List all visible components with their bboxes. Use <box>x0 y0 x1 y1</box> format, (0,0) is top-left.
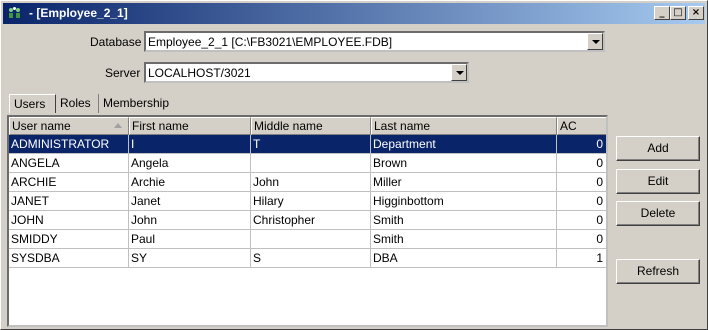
server-value: LOCALHOST/3021 <box>148 66 251 80</box>
server-label: Server <box>105 66 141 80</box>
column-header-ac[interactable]: AC <box>557 117 606 135</box>
database-combo[interactable]: Employee_2_1 [C:\FB3021\EMPLOYEE.FDB] <box>144 31 605 52</box>
cell-ac: 0 <box>557 154 606 173</box>
delete-button[interactable]: Delete <box>616 201 700 226</box>
tab-roles[interactable]: Roles <box>56 94 99 113</box>
cell-last-name: DBA <box>371 249 557 268</box>
table-row[interactable]: ADMINISTRATOR I T Department 0 <box>9 135 606 154</box>
server-combo[interactable]: LOCALHOST/3021 <box>144 62 469 83</box>
table-row[interactable]: JOHN John Christopher Smith 0 <box>9 211 606 230</box>
employee-window: - [Employee_2_1] _ □ × Database Employee… <box>0 0 708 330</box>
cell-user-name: JANET <box>9 192 129 211</box>
cell-last-name: Higginbottom <box>371 192 557 211</box>
chevron-down-icon[interactable] <box>587 33 603 50</box>
cell-last-name: Brown <box>371 154 557 173</box>
cell-user-name: SYSDBA <box>9 249 129 268</box>
cell-first-name: Archie <box>129 173 251 192</box>
edit-button[interactable]: Edit <box>616 169 700 194</box>
close-button[interactable]: × <box>688 6 704 20</box>
column-header-middle-name[interactable]: Middle name <box>251 117 371 135</box>
cell-ac: 0 <box>557 192 606 211</box>
refresh-button[interactable]: Refresh <box>616 259 700 284</box>
cell-ac: 0 <box>557 135 606 154</box>
database-value: Employee_2_1 [C:\FB3021\EMPLOYEE.FDB] <box>148 35 393 49</box>
table-row[interactable]: ANGELA Angela Brown 0 <box>9 154 606 173</box>
cell-first-name: Paul <box>129 230 251 249</box>
table-row[interactable]: JANET Janet Hilary Higginbottom 0 <box>9 192 606 211</box>
cell-first-name: John <box>129 211 251 230</box>
column-header-label: User name <box>12 119 71 133</box>
cell-middle-name: Christopher <box>251 211 371 230</box>
cell-middle-name: Hilary <box>251 192 371 211</box>
cell-middle-name: John <box>251 173 371 192</box>
tab-membership[interactable]: Membership <box>99 94 177 113</box>
window-title: - [Employee_2_1] <box>29 6 128 20</box>
cell-user-name: ADMINISTRATOR <box>9 135 129 154</box>
cell-first-name: Angela <box>129 154 251 173</box>
cell-last-name: Miller <box>371 173 557 192</box>
cell-user-name: ANGELA <box>9 154 129 173</box>
cell-user-name: JOHN <box>9 211 129 230</box>
cell-user-name: SMIDDY <box>9 230 129 249</box>
table-row[interactable]: SYSDBA SY S DBA 1 <box>9 249 606 268</box>
cell-middle-name <box>251 154 371 173</box>
maximize-button[interactable]: □ <box>670 6 686 20</box>
cell-last-name: Smith <box>371 211 557 230</box>
tab-users[interactable]: Users <box>9 94 56 113</box>
cell-first-name: I <box>129 135 251 154</box>
cell-middle-name: S <box>251 249 371 268</box>
cell-ac: 0 <box>557 211 606 230</box>
add-button[interactable]: Add <box>616 136 700 161</box>
table-row[interactable]: SMIDDY Paul Smith 0 <box>9 230 606 249</box>
cell-user-name: ARCHIE <box>9 173 129 192</box>
database-label: Database <box>90 35 142 49</box>
cell-first-name: Janet <box>129 192 251 211</box>
table-row[interactable]: ARCHIE Archie John Miller 0 <box>9 173 606 192</box>
cell-ac: 0 <box>557 230 606 249</box>
cell-ac: 0 <box>557 173 606 192</box>
cell-last-name: Smith <box>371 230 557 249</box>
cell-middle-name: T <box>251 135 371 154</box>
column-header-first-name[interactable]: First name <box>129 117 251 135</box>
cell-ac: 1 <box>557 249 606 268</box>
sort-ascending-icon <box>114 123 122 128</box>
minimize-button[interactable]: _ <box>654 6 670 20</box>
cell-first-name: SY <box>129 249 251 268</box>
cell-middle-name <box>251 230 371 249</box>
users-grid[interactable]: User name First name Middle name Last na… <box>7 115 608 327</box>
column-header-last-name[interactable]: Last name <box>371 117 557 135</box>
cell-last-name: Department <box>371 135 557 154</box>
users-app-icon <box>9 7 20 18</box>
title-bar[interactable]: - [Employee_2_1] _ □ × <box>3 3 705 24</box>
column-header-user-name[interactable]: User name <box>9 117 129 135</box>
chevron-down-icon[interactable] <box>451 64 467 81</box>
